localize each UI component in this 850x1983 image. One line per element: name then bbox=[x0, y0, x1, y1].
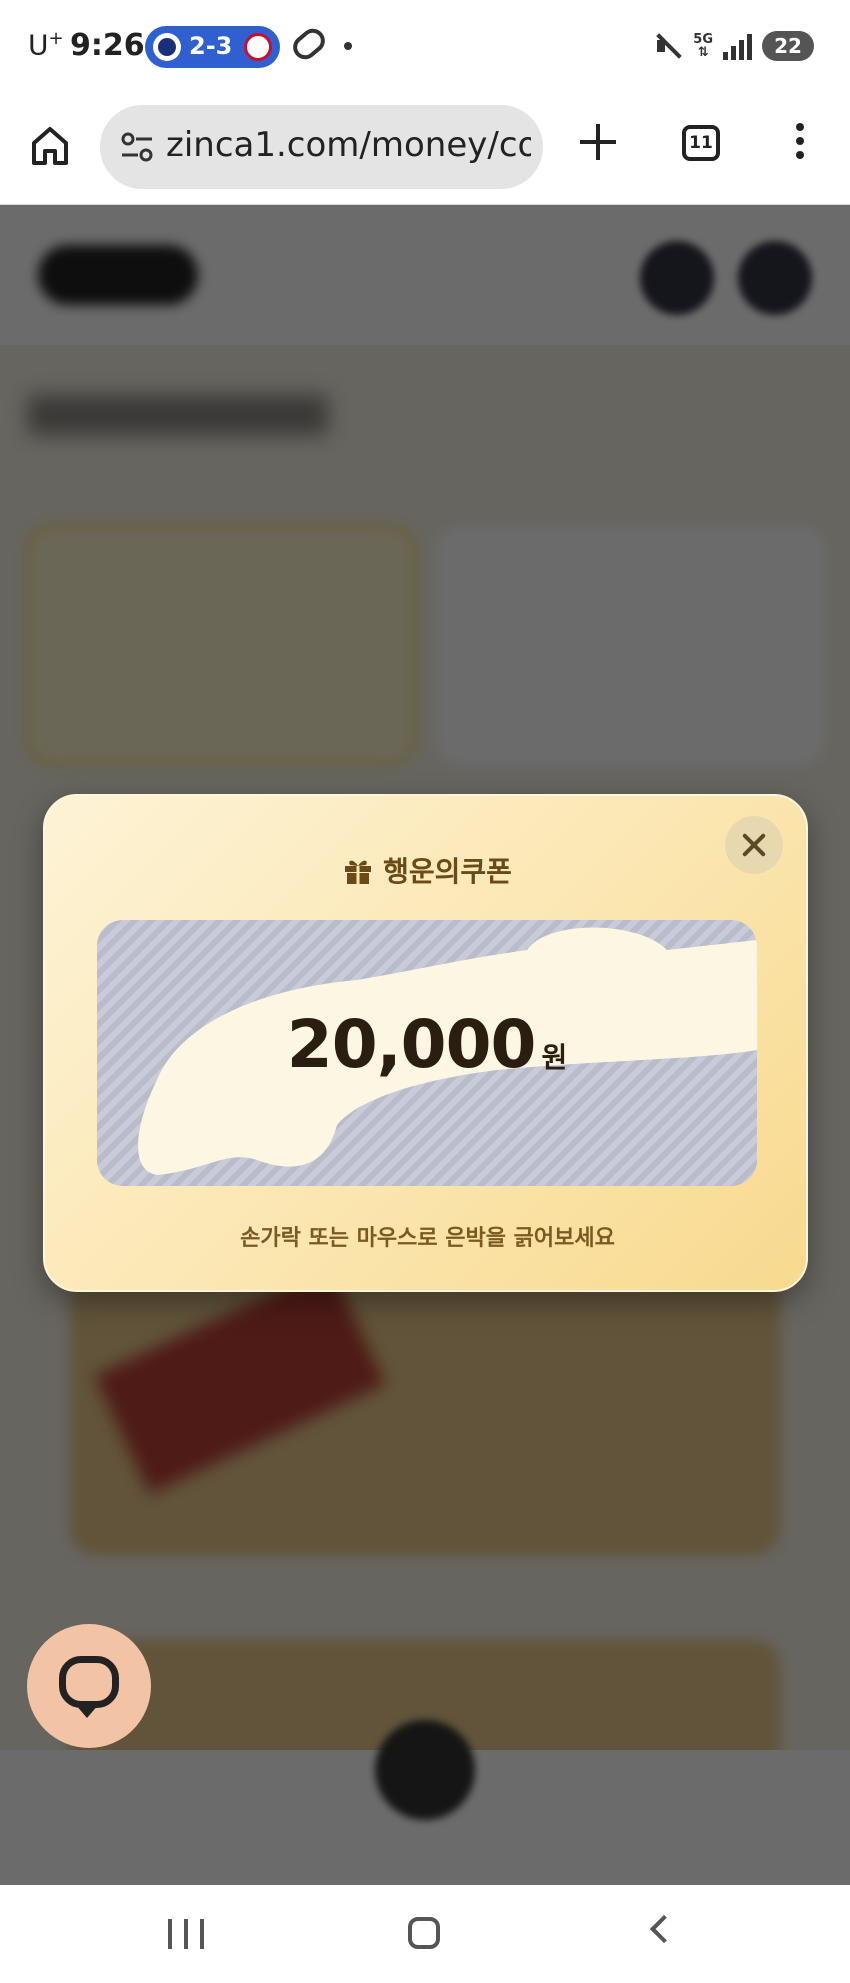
lucky-coupon-modal: 행운의쿠폰 20,000 원 손가락 또는 마우스로 은박을 긁어보세요 bbox=[43, 794, 808, 1292]
mute-icon bbox=[655, 32, 683, 60]
site-settings-icon[interactable] bbox=[120, 131, 154, 163]
browser-toolbar: zinca1.com/money/co 11 bbox=[0, 95, 850, 205]
pill-icon bbox=[288, 23, 330, 65]
signal-icon bbox=[723, 32, 752, 60]
carrier-label: U+ bbox=[28, 28, 64, 62]
clock: 9:26 bbox=[70, 28, 145, 63]
coupon-amount: 20,000 원 bbox=[286, 1006, 568, 1083]
modal-title: 행운의쿠폰 bbox=[45, 850, 810, 890]
score-text: 2-3 bbox=[189, 32, 233, 60]
tab-switcher-button[interactable]: 11 bbox=[682, 125, 720, 161]
status-bar: U+ 9:26 2-3 5G ⇅ 22 bbox=[0, 0, 850, 95]
battery-indicator: 22 bbox=[762, 31, 814, 61]
system-nav-bar bbox=[0, 1885, 850, 1983]
scratch-hint: 손가락 또는 마우스로 은박을 긁어보세요 bbox=[240, 1226, 615, 1251]
team-logo-icon bbox=[244, 33, 272, 61]
new-tab-button[interactable] bbox=[576, 120, 620, 164]
notification-dot-icon bbox=[344, 42, 352, 50]
address-bar[interactable]: zinca1.com/money/co bbox=[100, 105, 543, 189]
back-button[interactable] bbox=[649, 1914, 679, 1944]
more-menu-button[interactable] bbox=[790, 123, 810, 167]
chat-icon bbox=[59, 1656, 119, 1708]
url-text[interactable]: zinca1.com/money/co bbox=[166, 125, 531, 165]
system-home-button[interactable] bbox=[408, 1917, 440, 1949]
home-icon bbox=[32, 127, 68, 165]
scratch-card[interactable]: 20,000 원 bbox=[97, 920, 757, 1186]
gift-icon bbox=[345, 860, 372, 884]
live-score-notification[interactable]: 2-3 bbox=[145, 26, 280, 68]
network-type: 5G ⇅ bbox=[693, 32, 713, 60]
recent-apps-button[interactable] bbox=[168, 1919, 204, 1949]
team-logo-icon bbox=[153, 33, 181, 61]
chat-button[interactable] bbox=[27, 1624, 151, 1748]
home-button[interactable] bbox=[24, 119, 76, 171]
